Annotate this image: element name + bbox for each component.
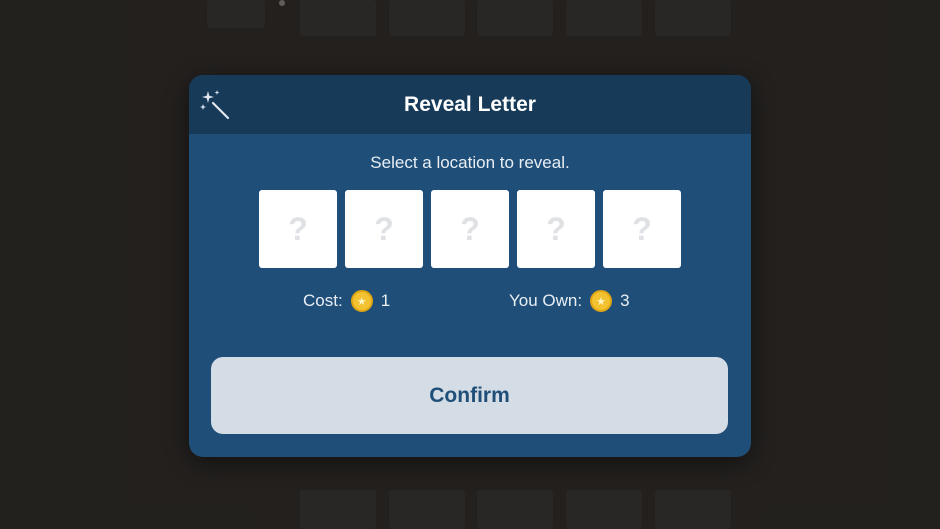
letter-slot[interactable]: ? bbox=[259, 190, 337, 268]
cost-row: Cost: ★ 1 You Own: ★ 3 bbox=[189, 290, 751, 320]
reveal-letter-dialog: Reveal Letter Select a location to revea… bbox=[189, 75, 751, 457]
cost-info: Cost: ★ 1 bbox=[303, 290, 390, 312]
magic-wand-icon bbox=[199, 89, 231, 121]
dialog-title: Reveal Letter bbox=[404, 92, 536, 116]
letter-slots: ? ? ? ? ? bbox=[189, 190, 751, 268]
letter-slot[interactable]: ? bbox=[517, 190, 595, 268]
dialog-header: Reveal Letter bbox=[189, 75, 751, 134]
letter-slot[interactable]: ? bbox=[603, 190, 681, 268]
owned-info: You Own: ★ 3 bbox=[509, 290, 630, 312]
cost-value: 1 bbox=[380, 291, 391, 310]
owned-label: You Own: bbox=[509, 291, 583, 310]
coin-icon: ★ bbox=[590, 290, 613, 312]
cost-label: Cost: bbox=[303, 291, 343, 310]
coin-icon: ★ bbox=[350, 290, 373, 312]
instruction-text: Select a location to reveal. bbox=[370, 153, 570, 172]
letter-slot[interactable]: ? bbox=[345, 190, 423, 268]
letter-slot[interactable]: ? bbox=[431, 190, 509, 268]
owned-value: 3 bbox=[620, 291, 630, 310]
confirm-button[interactable]: Confirm bbox=[211, 357, 728, 434]
